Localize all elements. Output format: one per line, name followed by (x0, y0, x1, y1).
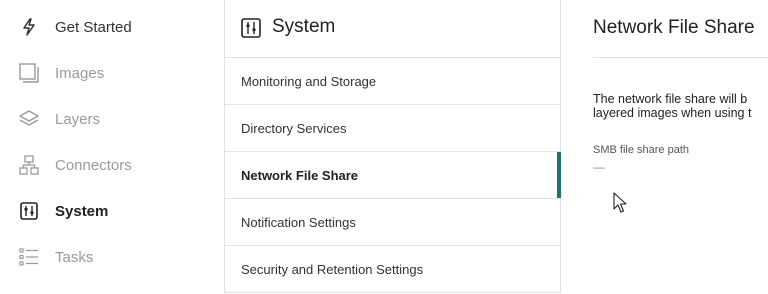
description-line: The network file share will b (593, 92, 748, 106)
menu-item-label: Notification Settings (241, 215, 356, 230)
detail-description: The network file share will b layered im… (593, 92, 768, 120)
nav-item-system[interactable]: System (0, 188, 224, 234)
menu-item-monitoring-and-storage[interactable]: Monitoring and Storage (225, 58, 560, 105)
connectors-icon (17, 153, 41, 177)
nav-label: Images (55, 64, 105, 82)
menu-item-label: Directory Services (241, 121, 347, 136)
detail-title: Network File Share (593, 17, 755, 38)
nav-label: Get Started (55, 18, 132, 36)
smb-path-label: SMB file share path (593, 144, 689, 156)
network-file-share-detail: Network File Share The network file shar… (561, 0, 768, 294)
page-title: System (272, 16, 336, 37)
lightning-icon (17, 15, 41, 39)
nav-label: Layers (55, 110, 101, 128)
menu-item-network-file-share[interactable]: Network File Share (225, 152, 561, 199)
description-line: layered images when using t (593, 106, 752, 120)
left-navigation: Get Started Images Layers Connectors Sys… (0, 0, 224, 294)
nav-label: Tasks (55, 248, 94, 266)
menu-item-directory-services[interactable]: Directory Services (225, 105, 560, 152)
system-sliders-icon (17, 199, 41, 223)
layers-icon (17, 107, 41, 131)
nav-item-connectors[interactable]: Connectors (0, 142, 224, 188)
panel-header: System (225, 0, 560, 58)
nav-item-layers[interactable]: Layers (0, 96, 224, 142)
system-settings-panel: System Monitoring and Storage Directory … (224, 0, 561, 293)
menu-item-label: Security and Retention Settings (241, 262, 424, 277)
smb-path-value: — (593, 160, 605, 174)
nav-label: System (55, 202, 109, 220)
menu-item-label: Monitoring and Storage (241, 74, 377, 89)
images-icon (17, 61, 41, 85)
nav-label: Connectors (55, 156, 132, 174)
nav-item-images[interactable]: Images (0, 50, 224, 96)
menu-item-notification-settings[interactable]: Notification Settings (225, 199, 560, 246)
mouse-pointer-icon (613, 192, 629, 214)
divider (593, 57, 768, 58)
system-sliders-icon (240, 17, 262, 39)
menu-item-security-and-retention-settings[interactable]: Security and Retention Settings (225, 246, 560, 293)
nav-item-tasks[interactable]: Tasks (0, 234, 224, 280)
tasks-list-icon (17, 245, 41, 269)
nav-item-get-started[interactable]: Get Started (0, 4, 224, 50)
menu-item-label: Network File Share (241, 168, 359, 183)
